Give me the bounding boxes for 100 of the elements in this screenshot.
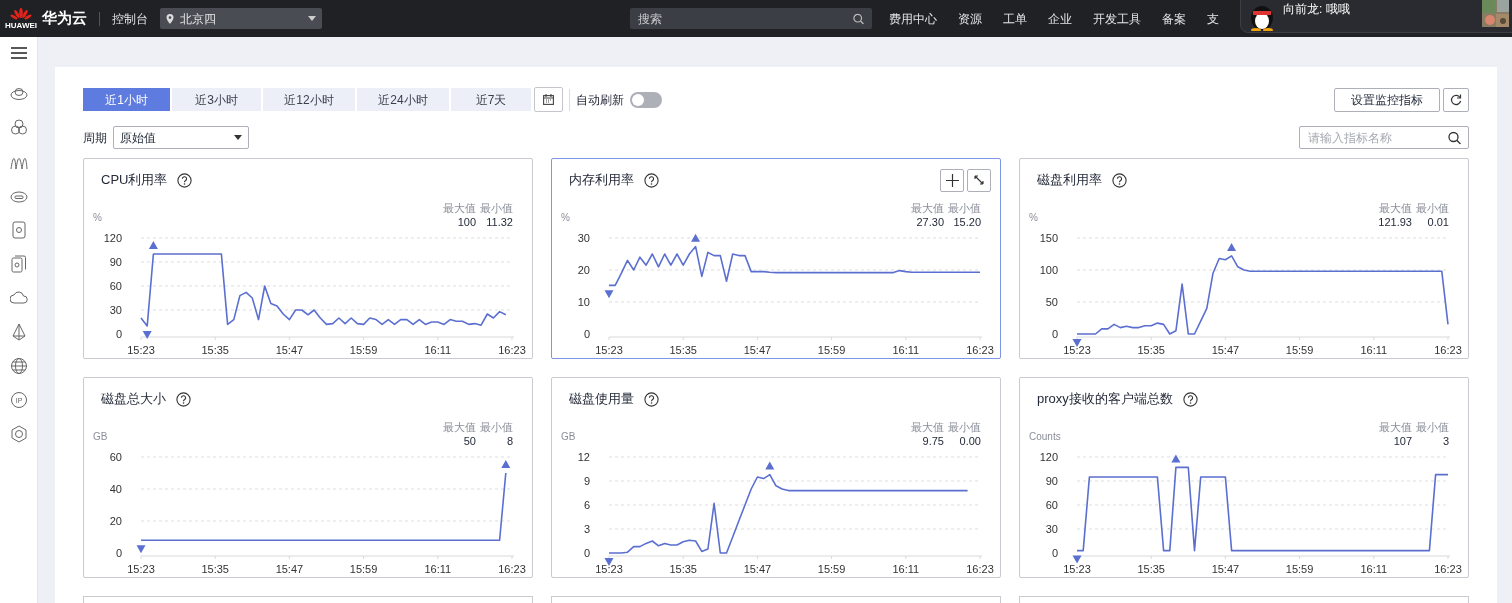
x-tick-label: 16:23 — [498, 563, 526, 575]
x-tick-label: 15:47 — [1211, 344, 1240, 356]
chart-card[interactable]: 磁盘总大小 GB 最大值 最小值 50 8 0 20 40 60 15:23 15:35 15:47 15:59 16:11 16:23 — [83, 377, 533, 578]
nav-link[interactable]: 支 — [1207, 9, 1219, 28]
x-tick-label: 16:23 — [966, 344, 994, 356]
max-marker — [1171, 454, 1181, 463]
help-icon[interactable] — [177, 172, 193, 188]
hexagon-icon[interactable] — [9, 425, 28, 443]
y-tick-label: 90 — [1045, 475, 1058, 487]
y-tick-label: 60 — [1045, 499, 1058, 511]
stacked-cards-icon[interactable] — [9, 255, 28, 273]
time-range-tab[interactable]: 近12小时 — [263, 88, 355, 111]
nav-link[interactable]: 工单 — [1003, 9, 1027, 28]
axis-unit: Counts — [1029, 430, 1061, 444]
console-link[interactable]: 控制台 — [112, 9, 148, 28]
refresh-button[interactable] — [1443, 87, 1469, 112]
y-tick-label: 50 — [1045, 296, 1058, 308]
x-tick-label: 15:23 — [595, 563, 623, 575]
cloud-icon[interactable] — [9, 85, 28, 103]
metric-search-field[interactable]: 请输入指标名称 — [1299, 126, 1469, 149]
y-tick-label: 3 — [583, 523, 590, 535]
time-range-tab[interactable]: 近7天 — [451, 88, 531, 111]
x-tick-label: 15:35 — [1137, 344, 1165, 356]
chart-card[interactable]: 内存利用率 % 最大值 最小值 27.30 15.20 0 10 20 30 15:23 15:35 15:47 15:59 16:11 16:23 — [551, 158, 1001, 359]
help-icon[interactable] — [644, 391, 659, 407]
expand-icon — [974, 175, 984, 185]
help-icon[interactable] — [1182, 391, 1198, 407]
cloud-icon[interactable] — [9, 289, 28, 307]
auto-refresh-label: 自动刷新 — [576, 91, 624, 109]
max-marker — [148, 241, 158, 249]
x-tick-label: 16:11 — [1360, 563, 1388, 575]
axis-unit: % — [1029, 211, 1038, 225]
chart-title: CPU利用率 — [101, 171, 168, 190]
x-tick-label: 15:59 — [349, 344, 378, 356]
search-field[interactable]: 搜索 — [630, 8, 872, 29]
chart-card[interactable]: 磁盘使用量 GB 最大值 最小值 9.75 0.00 0 3 6 9 12 15:23 15:35 15:47 15:59 16:11 16:23 — [551, 377, 1001, 578]
x-tick-label: 15:35 — [669, 344, 697, 356]
search-icon[interactable] — [853, 13, 864, 24]
circles-icon[interactable] — [9, 119, 28, 137]
sail-icon[interactable] — [9, 323, 28, 341]
y-tick-label: 30 — [109, 304, 122, 316]
caret-icon — [234, 135, 242, 140]
y-tick-label: 0 — [115, 328, 122, 340]
y-tick-label: 120 — [1039, 451, 1058, 463]
axis-unit: % — [561, 211, 570, 225]
y-tick-label: 0 — [583, 328, 590, 340]
time-range-tab[interactable]: 近1小时 — [83, 88, 170, 111]
nav-link[interactable]: 企业 — [1048, 9, 1072, 28]
nav-link[interactable]: 费用中心 — [889, 9, 937, 28]
x-tick-label: 15:23 — [127, 344, 155, 356]
auto-refresh-toggle[interactable] — [630, 91, 662, 108]
max-value: 121.93 — [1378, 215, 1412, 229]
nav-link[interactable]: 备案 — [1162, 9, 1186, 28]
notification-popup[interactable]: 向前龙: 哦哦 — [1240, 0, 1512, 33]
flower-logo-icon — [10, 7, 32, 22]
min-marker — [136, 545, 146, 554]
search-icon[interactable] — [1448, 131, 1461, 144]
min-marker — [1072, 555, 1082, 564]
chart-title: 内存利用率 — [569, 171, 634, 190]
y-tick-label: 20 — [577, 264, 590, 276]
logo-text: HUAWEI — [5, 21, 37, 30]
max-label: 最大值 — [443, 201, 476, 215]
globe-icon[interactable] — [9, 357, 28, 375]
expand-button[interactable] — [967, 168, 991, 192]
period-select[interactable]: 原始值 — [113, 126, 249, 149]
tablet-icon[interactable] — [9, 221, 28, 239]
axis-unit: GB — [561, 430, 576, 444]
time-range-tab[interactable]: 近3小时 — [172, 88, 261, 111]
chart-card[interactable]: proxy接收的客户端总数 Counts 最大值 最小值 107 3 0 30 60 90 120 15:23 15:35 15:47 15:59 16:11 16:23 — [1019, 377, 1469, 578]
add-button[interactable] — [940, 168, 964, 192]
nav-link[interactable]: 资源 — [958, 9, 982, 28]
x-tick-label: 15:59 — [817, 344, 846, 356]
y-tick-label: 40 — [109, 483, 122, 495]
region-select[interactable]: 北京四 — [160, 8, 322, 29]
x-tick-label: 15:35 — [669, 563, 697, 575]
min-value: 11.32 — [486, 215, 513, 229]
help-icon[interactable] — [1112, 172, 1127, 188]
min-label: 最小值 — [1416, 201, 1449, 215]
min-value: 8 — [506, 434, 513, 448]
help-icon[interactable] — [644, 172, 659, 188]
max-marker — [765, 461, 775, 470]
x-tick-label: 15:47 — [275, 563, 304, 575]
y-tick-label: 0 — [1051, 328, 1058, 340]
chart-card[interactable]: 磁盘利用率 % 最大值 最小值 121.93 0.01 0 50 100 150 15:23 15:35 15:47 15:59 16:11 16:23 — [1019, 158, 1469, 359]
chart-card[interactable]: CPU利用率 % 最大值 最小值 100 11.32 0 30 60 90 120 15:23 15:35 15:47 15:59 16:11 16:23 — [83, 158, 533, 359]
max-value: 27.30 — [916, 215, 944, 229]
y-tick-label: 60 — [109, 451, 122, 463]
nav-link[interactable]: 开发工具 — [1093, 9, 1141, 28]
min-value: 15.20 — [953, 215, 981, 229]
x-tick-label: 16:23 — [966, 563, 994, 575]
time-range-tab[interactable]: 近24小时 — [357, 88, 449, 111]
brand-name[interactable]: 华为云 — [42, 7, 87, 30]
max-value: 9.75 — [922, 434, 944, 448]
set-metrics-button[interactable]: 设置监控指标 — [1334, 87, 1440, 112]
help-icon[interactable] — [176, 391, 191, 407]
calendar-button[interactable] — [534, 87, 563, 112]
min-value: 0.00 — [959, 434, 981, 448]
min-value: 3 — [1442, 434, 1449, 448]
x-tick-label: 15:35 — [1137, 563, 1165, 575]
min-label: 最小值 — [480, 420, 513, 434]
